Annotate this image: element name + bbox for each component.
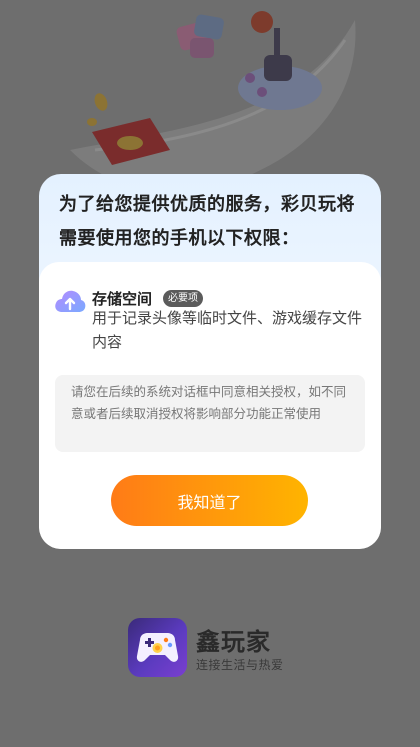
brand-slogan: 连接生活与热爱 (196, 658, 284, 672)
gamepad-icon (136, 633, 179, 662)
brand-footer: 鑫玩家 连接生活与热爱 (128, 618, 328, 678)
confirm-button[interactable]: 我知道了 (111, 475, 308, 526)
required-badge: 必要项 (163, 290, 203, 307)
authorization-notice: 请您在后续的系统对话框中同意相关授权，如不同意或者后续取消授权将影响部分功能正常… (55, 375, 365, 452)
app-logo (128, 618, 187, 677)
brand-name: 鑫玩家 (196, 628, 271, 656)
permission-dialog: 为了给您提供优质的服务，彩贝玩将需要使用您的手机以下权限： 存储空间 必要项 用… (39, 174, 381, 549)
cloud-upload-icon (55, 290, 86, 312)
dialog-title: 为了给您提供优质的服务，彩贝玩将需要使用您的手机以下权限： (59, 194, 355, 249)
dialog-content: 存储空间 必要项 用于记录头像等临时文件、游戏缓存文件内容 请您在后续的系统对话… (39, 262, 381, 549)
permission-description: 用于记录头像等临时文件、游戏缓存文件内容 (92, 309, 363, 351)
